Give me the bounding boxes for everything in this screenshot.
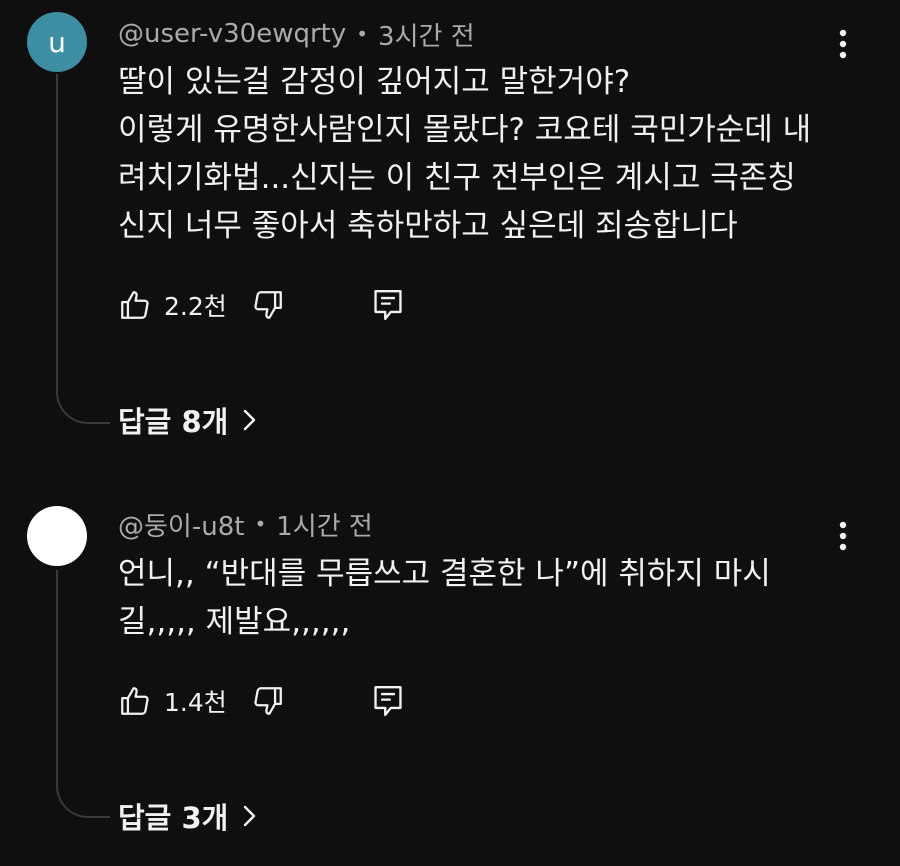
comment-line: 려치기화법...신지는 이 친구 전부인은 계시고 극존칭 [118,160,796,196]
like-count: 2.2천 [164,292,227,321]
comment-meta: @둥이-u8t • 1시간 전 [118,506,373,542]
chevron-right-icon [242,408,256,432]
separator-dot: • [356,22,369,46]
comment-line: 언니,, “반대를 무릅쓰고 결혼한 나”에 취하지 마시 [118,556,771,592]
comment-line: 딸이 있는걸 감정이 깊어지고 말한거야? [118,64,631,100]
thumbs-up-icon[interactable] [116,681,154,721]
comment-actions: 2.2천 [116,285,407,325]
thumbs-up-icon[interactable] [116,285,154,325]
comment-line: 이렇게 유명한사람인지 몰랐다? 코요테 국민가순데 내 [118,112,812,148]
comment-line: 길,,,,, 제발요,,,,,, [118,604,351,640]
view-replies-button[interactable]: 답글 3개 [118,794,256,838]
comment-actions: 1.4천 [116,681,407,721]
timestamp[interactable]: 1시간 전 [276,506,373,543]
username[interactable]: @둥이-u8t [118,506,244,543]
thread-line [56,570,110,818]
separator-dot: • [254,512,267,536]
comment-text: 언니,, “반대를 무릅쓰고 결혼한 나”에 취하지 마시 길,,,,, 제발요… [118,550,838,646]
thumbs-down-icon[interactable] [249,681,287,721]
avatar[interactable]: u [27,12,87,72]
comment-meta: @user-v30ewqrty • 3시간 전 [118,16,475,52]
thumbs-down-icon[interactable] [249,285,287,325]
view-replies-button[interactable]: 답글 8개 [118,398,256,442]
comment-line: 신지 너무 좋아서 축하만하고 싶은데 죄송합니다 [118,208,738,244]
comment-text: 딸이 있는걸 감정이 깊어지고 말한거야? 이렇게 유명한사람인지 몰랐다? 코… [118,58,838,250]
username[interactable]: @user-v30ewqrty [118,19,346,49]
like-count: 1.4천 [164,688,227,717]
avatar-letter: u [48,25,66,59]
timestamp[interactable]: 3시간 전 [378,16,475,53]
thread-line [56,74,110,424]
avatar[interactable] [27,506,87,566]
replies-label: 답글 3개 [118,801,229,835]
replies-label: 답글 8개 [118,405,229,439]
comment-reply-icon[interactable] [369,681,407,721]
comment-reply-icon[interactable] [369,285,407,325]
chevron-right-icon [242,804,256,828]
